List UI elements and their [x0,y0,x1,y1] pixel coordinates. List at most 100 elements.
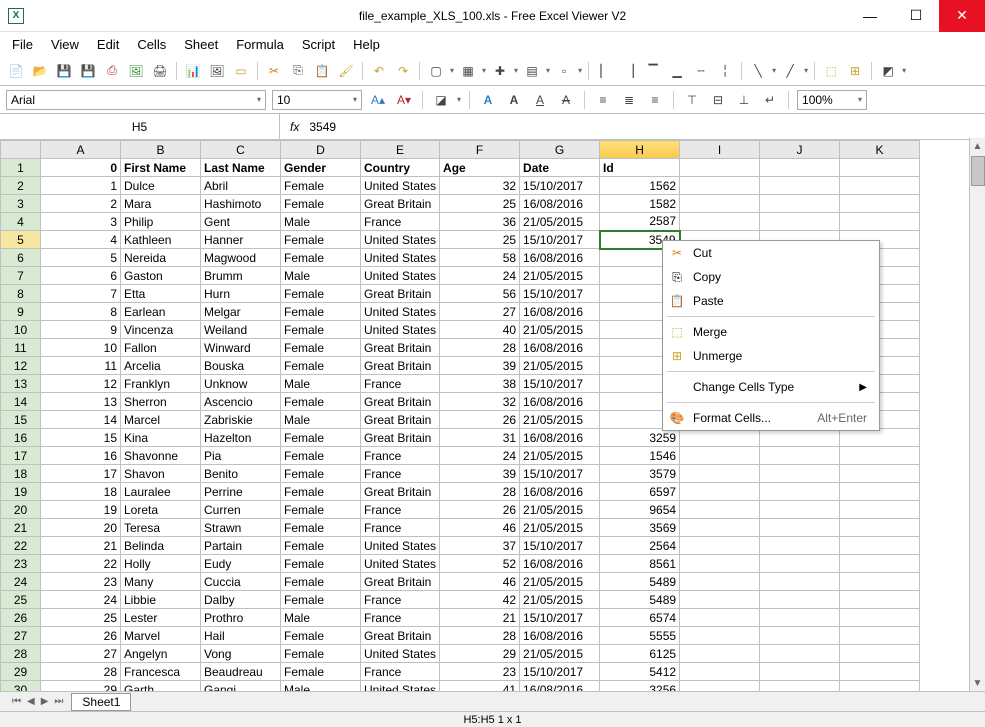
cell[interactable]: 24 [41,591,121,609]
cell[interactable]: Magwood [201,249,281,267]
cell[interactable] [760,627,840,645]
border-all-icon[interactable]: ▦ [458,61,478,81]
scroll-up-icon[interactable]: ▲ [970,138,985,154]
cell[interactable]: Great Britain [361,393,440,411]
context-cut[interactable]: ✂Cut [663,241,879,265]
cell[interactable]: 15 [41,429,121,447]
cell[interactable]: Libbie [121,591,201,609]
cell[interactable]: France [361,465,440,483]
cell[interactable]: 21/05/2015 [520,645,600,663]
close-button[interactable]: ✕ [939,0,985,32]
cell[interactable]: 14 [41,411,121,429]
cell[interactable]: Female [281,393,361,411]
align-center-icon[interactable]: ≣ [619,90,639,110]
cell[interactable] [840,627,920,645]
cell[interactable] [680,429,760,447]
cell[interactable] [760,177,840,195]
cell[interactable]: United States [361,303,440,321]
cell[interactable] [680,627,760,645]
cell[interactable]: Female [281,447,361,465]
cell[interactable]: 21/05/2015 [520,573,600,591]
cell[interactable] [760,663,840,681]
row-header[interactable]: 12 [1,357,41,375]
cell[interactable] [840,663,920,681]
cell[interactable]: 24 [440,447,520,465]
cell[interactable]: Female [281,339,361,357]
cell[interactable]: 23 [440,663,520,681]
cell[interactable] [760,465,840,483]
chart-icon[interactable]: 📊 [183,61,203,81]
column-header-F[interactable]: F [440,141,520,159]
column-header-B[interactable]: B [121,141,201,159]
increase-font-icon[interactable]: A▴ [368,90,388,110]
cell[interactable]: 16/08/2016 [520,195,600,213]
cell[interactable]: Marcel [121,411,201,429]
cell[interactable]: Fallon [121,339,201,357]
cell[interactable] [840,537,920,555]
cell[interactable]: 16/08/2016 [520,483,600,501]
cell[interactable]: Belinda [121,537,201,555]
cell[interactable] [760,537,840,555]
cell[interactable] [760,195,840,213]
border-grid-icon[interactable]: ▤ [522,61,542,81]
cell[interactable]: Teresa [121,519,201,537]
cell[interactable]: Great Britain [361,339,440,357]
border-none-icon[interactable]: ▫ [554,61,574,81]
cell[interactable] [680,609,760,627]
sheet-nav-first-icon[interactable]: ⏮ [10,696,23,707]
cell[interactable]: Female [281,357,361,375]
font-color-blue-icon[interactable]: A [478,90,498,110]
cell[interactable]: 15/10/2017 [520,285,600,303]
cell[interactable] [680,519,760,537]
border-outer-icon[interactable]: ▢ [426,61,446,81]
cell[interactable] [760,555,840,573]
row-header[interactable]: 20 [1,501,41,519]
cell[interactable]: 16/08/2016 [520,393,600,411]
cell[interactable]: Female [281,285,361,303]
cell[interactable]: 21/05/2015 [520,501,600,519]
row-header[interactable]: 18 [1,465,41,483]
cell[interactable]: Curren [201,501,281,519]
cell[interactable]: Female [281,195,361,213]
menu-cells[interactable]: Cells [137,37,166,52]
cell[interactable]: 16/08/2016 [520,555,600,573]
cell[interactable]: Kathleen [121,231,201,249]
menu-view[interactable]: View [51,37,79,52]
cell[interactable]: Philip [121,213,201,231]
row-header[interactable]: 8 [1,285,41,303]
cell[interactable]: 3569 [600,519,680,537]
cell[interactable]: Winward [201,339,281,357]
sheet-nav-prev-icon[interactable]: ◀ [25,696,37,707]
column-header-H[interactable]: H [600,141,680,159]
cell[interactable] [680,447,760,465]
cell[interactable]: Male [281,609,361,627]
column-header-K[interactable]: K [840,141,920,159]
cell[interactable]: Female [281,573,361,591]
cell[interactable]: 15/10/2017 [520,375,600,393]
row-header[interactable]: 16 [1,429,41,447]
column-header-C[interactable]: C [201,141,281,159]
cell[interactable]: United States [361,321,440,339]
cell[interactable]: 26 [41,627,121,645]
cell[interactable]: 7 [41,285,121,303]
cell[interactable]: 10 [41,339,121,357]
sheet-nav-last-icon[interactable]: ⏭ [52,696,65,707]
cell[interactable] [840,465,920,483]
cell[interactable] [760,483,840,501]
cell[interactable]: 5555 [600,627,680,645]
cell[interactable]: 21/05/2015 [520,357,600,375]
cell[interactable]: Great Britain [361,411,440,429]
wrap-text-icon[interactable]: ↵ [760,90,780,110]
align-left-icon[interactable]: ≡ [593,90,613,110]
redo-icon[interactable]: ↷ [393,61,413,81]
column-header-A[interactable]: A [41,141,121,159]
vertical-scrollbar[interactable]: ▲ ▼ [969,138,985,691]
cell[interactable]: 21 [440,609,520,627]
row-header[interactable]: 5 [1,231,41,249]
cell[interactable]: 9 [41,321,121,339]
cell[interactable]: 46 [440,573,520,591]
cell[interactable]: Hurn [201,285,281,303]
cell[interactable]: 21/05/2015 [520,591,600,609]
formula-value[interactable]: 3549 [309,120,336,134]
cell[interactable]: Marvel [121,627,201,645]
